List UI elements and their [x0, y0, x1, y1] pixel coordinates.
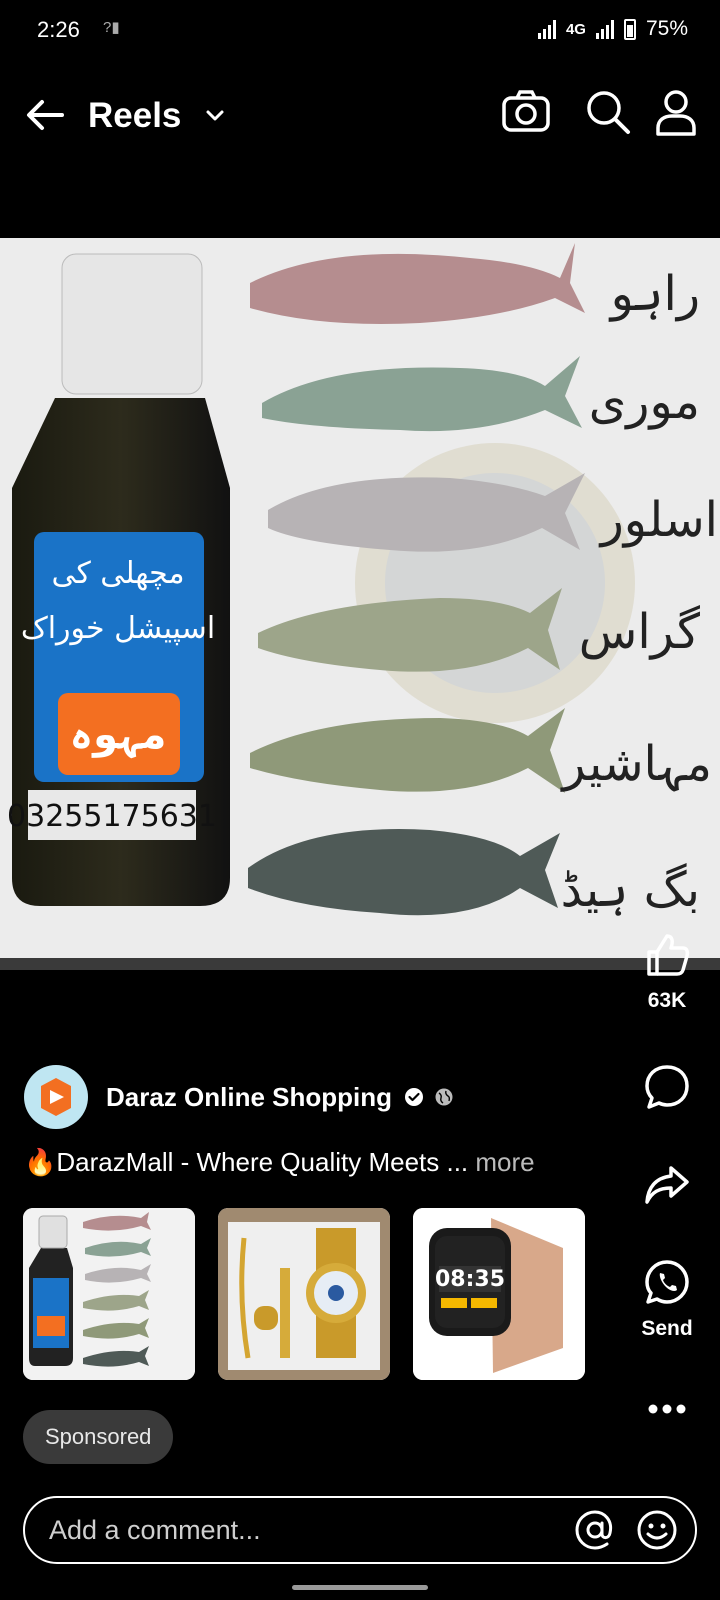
fish-name-6: بگ ہیڈ — [561, 862, 700, 918]
comment-input[interactable] — [49, 1508, 549, 1552]
profile-icon[interactable] — [650, 86, 702, 138]
status-time: 2:26 — [37, 17, 80, 42]
chevron-down-icon[interactable] — [204, 104, 226, 126]
reel-progress-bar[interactable] — [0, 958, 720, 970]
camera-icon[interactable] — [500, 86, 552, 138]
whatsapp-icon[interactable] — [643, 1258, 691, 1306]
reel-media[interactable]: مچھلی کی اسپیشل خوراک مہوہ 03255175631 ر… — [0, 238, 720, 968]
product-thumbnails: 08:35 — [23, 1208, 585, 1380]
signal-icon-2 — [595, 19, 614, 39]
network-type: 4G — [565, 20, 586, 38]
status-bar: 2:26 ?▮ 4G 75% — [0, 0, 720, 62]
sponsored-badge: Sponsored — [23, 1410, 174, 1464]
bottle-label-line2: اسپیشل خوراک — [21, 611, 215, 646]
send-button[interactable]: Send — [627, 1258, 707, 1341]
avatar[interactable] — [24, 1065, 88, 1129]
share-button[interactable] — [627, 1160, 707, 1213]
fire-emoji: 🔥 — [24, 1147, 57, 1177]
search-icon[interactable] — [582, 86, 634, 138]
at-icon[interactable] — [573, 1508, 617, 1552]
bottle-brand: مہوہ — [70, 712, 167, 759]
globe-icon — [435, 1088, 453, 1106]
fish-name-3: اسلور — [599, 492, 718, 548]
battery-icon — [623, 18, 636, 40]
bottle-phone: 03255175631 — [7, 799, 217, 834]
send-label: Send — [641, 1317, 693, 1340]
page-name[interactable]: Daraz Online Shopping — [106, 1082, 392, 1113]
like-button[interactable]: 63K — [627, 930, 707, 1013]
back-arrow-icon[interactable] — [22, 92, 68, 138]
more-link[interactable]: more — [475, 1147, 534, 1177]
product-thumb-smartwatch[interactable]: 08:35 — [413, 1208, 585, 1380]
comment-box[interactable] — [23, 1496, 697, 1564]
signal-icon — [537, 19, 556, 39]
like-count: 63K — [647, 989, 687, 1012]
like-icon[interactable] — [643, 930, 691, 978]
fish-name-5: مہاشیر — [560, 736, 712, 792]
fish-name-2: موری — [589, 374, 700, 430]
no-signal-icon: ?▮ — [103, 19, 120, 36]
fish-name-4: گراس — [579, 604, 700, 660]
battery-level: 75% — [645, 17, 688, 40]
page-title[interactable]: Reels — [88, 96, 181, 136]
comment-button[interactable] — [627, 1063, 707, 1116]
emoji-icon[interactable] — [635, 1508, 679, 1552]
product-thumb-fish-food[interactable] — [23, 1208, 195, 1380]
verified-icon — [405, 1088, 424, 1106]
daraz-logo-icon — [41, 1078, 71, 1116]
caption-text: DarazMall - Where Quality Meets ... — [56, 1147, 469, 1177]
reels-header: Reels — [0, 78, 720, 154]
smartwatch-time: 08:35 — [435, 1267, 505, 1292]
share-icon[interactable] — [643, 1160, 691, 1208]
home-indicator[interactable] — [292, 1585, 428, 1590]
page-info[interactable]: Daraz Online Shopping — [24, 1065, 454, 1129]
comment-icon[interactable] — [643, 1063, 691, 1111]
more-icon[interactable] — [643, 1400, 691, 1418]
post-caption[interactable]: 🔥DarazMall - Where Quality Meets ... mor… — [24, 1147, 535, 1178]
more-options-button[interactable] — [627, 1400, 707, 1423]
bottle-label-line1: مچھلی کی — [51, 556, 184, 591]
fish-name-1: راہو — [609, 266, 700, 322]
product-thumb-watch-set[interactable] — [218, 1208, 390, 1380]
status-icons: 4G 75% — [537, 17, 688, 41]
